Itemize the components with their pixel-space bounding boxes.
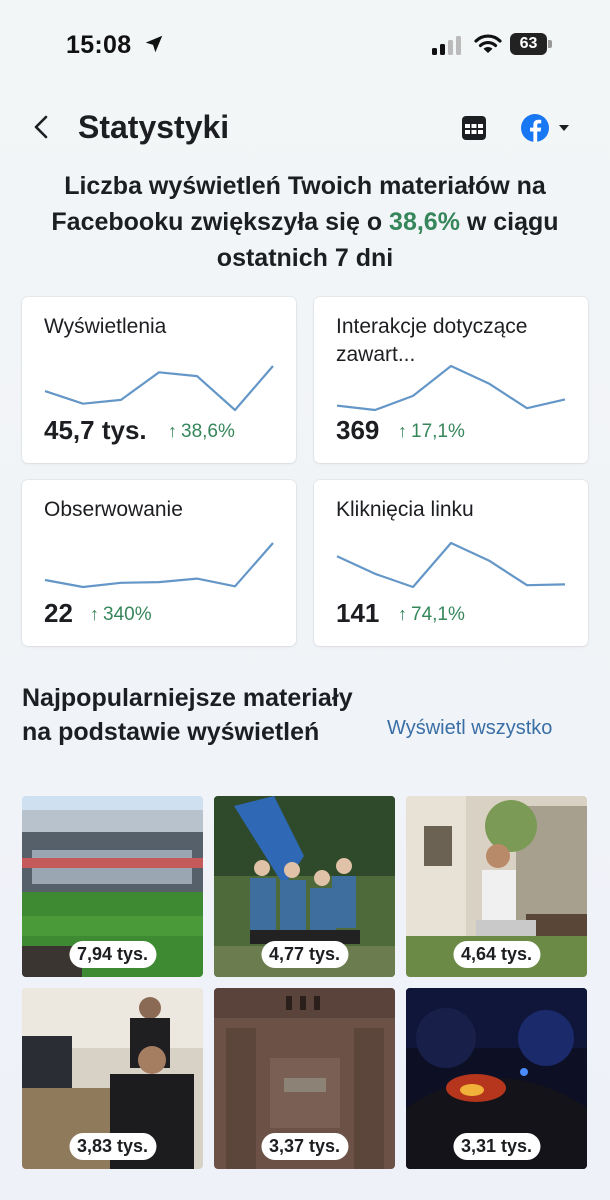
headline-percent: 38,6%: [389, 208, 460, 236]
post-views: 3,83 tys.: [68, 1133, 157, 1160]
stat-card-views[interactable]: Wyświetlenia 45,7 tys. ↑ 38,6%: [22, 297, 296, 463]
stat-change: ↑ 17,1%: [398, 421, 465, 443]
stat-card-link-clicks[interactable]: Kliknięcia linku 141 ↑ 74,1%: [314, 480, 588, 646]
post-views: 7,94 tys.: [68, 941, 157, 968]
location-arrow-icon: [145, 35, 163, 53]
sparkline: [44, 542, 274, 589]
arrow-up-icon: ↑: [90, 604, 99, 624]
stat-change-value: 340%: [103, 604, 152, 625]
post-views: 4,64 tys.: [452, 941, 541, 968]
battery-level: 63: [510, 33, 547, 55]
post-views: 3,31 tys.: [452, 1133, 541, 1160]
sparkline-series: [44, 365, 274, 412]
see-all-link[interactable]: Wyświetl wszystko: [387, 717, 552, 740]
arrow-up-icon: ↑: [398, 421, 407, 441]
sparkline-series: [336, 541, 566, 589]
stat-label: Interakcje dotyczące zawart...: [336, 313, 570, 369]
stat-change-value: 38,6%: [181, 421, 235, 442]
top-content-title: Najpopularniejsze materiały na podstawie…: [22, 684, 353, 746]
post-thumbnail-night-fire[interactable]: 3,31 tys.: [406, 988, 587, 1169]
sparkline-series: [336, 364, 566, 412]
stat-label-line: Interakcje dotyczące zawart...: [336, 315, 528, 366]
sparkline: [336, 541, 566, 589]
status-bar: 15:08 63: [0, 0, 610, 90]
stat-label: Wyświetlenia: [44, 315, 167, 338]
post-views: 3,37 tys.: [260, 1133, 349, 1160]
post-views: 4,77 tys.: [260, 941, 349, 968]
stat-value: 22: [44, 598, 73, 628]
arrow-up-icon: ↑: [168, 421, 177, 441]
stat-change-value: 74,1%: [411, 604, 465, 625]
signal-icon: [432, 36, 461, 55]
status-time: 15:08: [66, 31, 132, 59]
stat-card-interactions[interactable]: Interakcje dotyczące zawart... 369 ↑ 17,1…: [314, 297, 588, 463]
sparkline: [336, 364, 566, 412]
arrow-up-icon: ↑: [398, 604, 407, 624]
post-thumbnail-brick-wall[interactable]: 3,37 tys.: [214, 988, 395, 1169]
page-title: Statystyki: [78, 109, 230, 145]
stat-value: 369: [336, 415, 380, 445]
post-thumbnail-cyclists[interactable]: 4,77 tys.: [214, 796, 395, 977]
facebook-icon: [521, 114, 569, 142]
calendar-icon[interactable]: [460, 114, 488, 142]
stat-change: ↑ 340%: [90, 604, 152, 626]
account-selector[interactable]: [519, 112, 575, 144]
stat-label: Obserwowanie: [44, 498, 183, 521]
sparkline-series: [44, 542, 274, 589]
back-chevron-icon[interactable]: [30, 112, 54, 142]
wifi-icon: [474, 34, 502, 53]
stat-change: ↑ 38,6%: [168, 421, 235, 443]
sparkline: [44, 365, 274, 412]
post-thumbnail-stadium[interactable]: 7,94 tys.: [22, 796, 203, 977]
stat-card-follows[interactable]: Obserwowanie 22 ↑ 340%: [22, 480, 296, 646]
stat-label: Kliknięcia linku: [336, 498, 474, 521]
views-summary-headline: Liczba wyświetleń Twoich materiałów na F…: [20, 168, 590, 276]
stat-value: 141: [336, 598, 380, 628]
post-thumbnail-man-bench[interactable]: 4,64 tys.: [406, 796, 587, 977]
stat-value: 45,7 tys.: [44, 415, 147, 445]
stat-change: ↑ 74,1%: [398, 604, 465, 626]
post-thumbnail-office[interactable]: 3,83 tys.: [22, 988, 203, 1169]
battery-icon: 63: [510, 33, 552, 55]
stat-change-value: 17,1%: [411, 421, 465, 442]
caret-down-icon: [559, 125, 569, 131]
